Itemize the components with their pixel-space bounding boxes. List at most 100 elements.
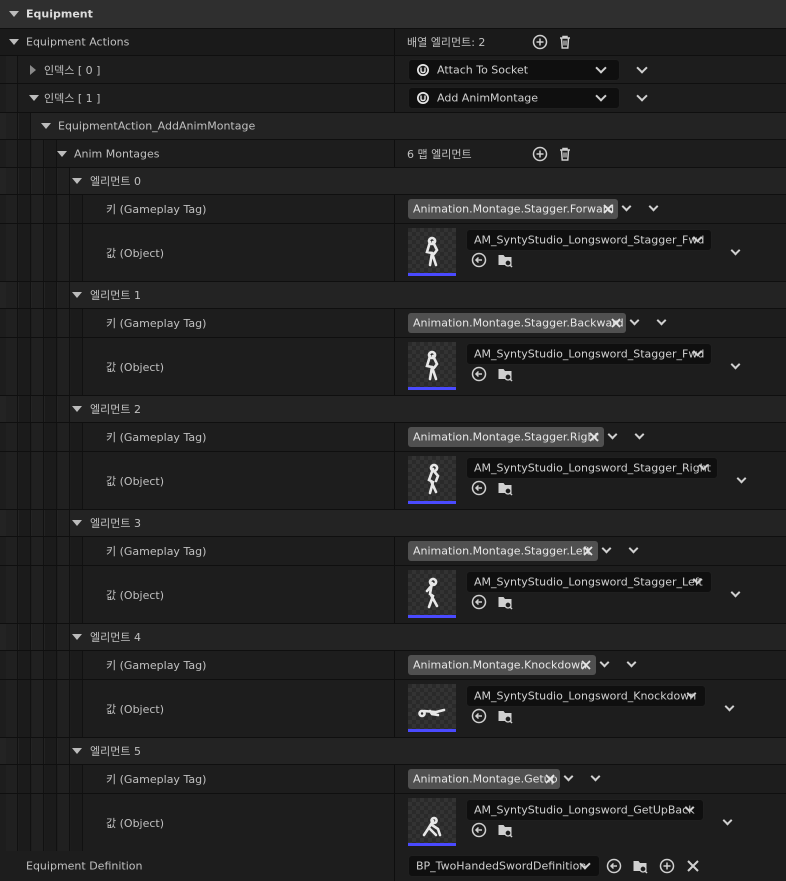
action-class-dropdown-1[interactable]: Add AnimMontage [408, 87, 620, 109]
browse-folder-icon[interactable] [497, 480, 513, 496]
collapse-arrow-icon[interactable] [9, 11, 19, 17]
asset-thumbnail[interactable] [408, 342, 456, 390]
chevron-down-icon[interactable] [722, 815, 733, 825]
chevron-down-icon[interactable] [724, 701, 735, 711]
indent-guide [32, 396, 44, 422]
chevron-down-icon[interactable] [590, 771, 601, 782]
gameplay-tag-chip[interactable]: Animation.Montage.Stagger.Right [408, 427, 604, 447]
chevron-down-icon[interactable] [601, 543, 612, 554]
chevron-down-icon[interactable] [636, 61, 648, 74]
character-pose-icon [425, 577, 439, 609]
chevron-down-icon[interactable] [629, 315, 640, 326]
chevron-down-icon [595, 90, 607, 102]
chevron-down-icon[interactable] [621, 201, 632, 212]
expand-arrow-icon[interactable] [72, 178, 82, 184]
asset-picker-dropdown[interactable]: AM_SyntyStudio_Longsword_Knockdown [466, 685, 706, 707]
chevron-down-icon[interactable] [599, 657, 610, 668]
gameplay-tag-chip[interactable]: Animation.Montage.Stagger.Forward [408, 199, 618, 219]
asset-picker-dropdown[interactable]: AM_SyntyStudio_Longsword_Stagger_Fwd [466, 343, 712, 365]
expand-arrow-icon[interactable] [72, 748, 82, 754]
trash-icon[interactable] [557, 146, 573, 162]
expand-arrow-icon[interactable] [72, 634, 82, 640]
indent-guide [19, 765, 31, 793]
asset-thumbnail[interactable] [408, 456, 456, 504]
remove-tag-icon[interactable] [588, 431, 600, 443]
use-selected-arrow-icon[interactable] [471, 480, 487, 496]
browse-folder-icon[interactable] [497, 594, 513, 610]
clear-icon[interactable] [685, 858, 701, 874]
remove-tag-icon[interactable] [580, 659, 592, 671]
add-element-icon[interactable] [532, 146, 548, 162]
chevron-down-icon[interactable] [636, 90, 648, 102]
browse-folder-icon[interactable] [497, 708, 513, 724]
use-selected-arrow-icon[interactable] [471, 822, 487, 838]
asset-thumbnail[interactable] [408, 684, 456, 732]
chevron-down-icon[interactable] [563, 771, 574, 782]
chevron-down-icon[interactable] [730, 587, 741, 597]
trash-icon[interactable] [557, 34, 573, 50]
gameplay-tag-chip[interactable]: Animation.Montage.Stagger.Backward [408, 313, 626, 333]
chevron-down-icon[interactable] [607, 429, 618, 440]
indent-guide [6, 338, 18, 395]
indent-guide [19, 224, 31, 281]
browse-folder-icon[interactable] [497, 822, 513, 838]
asset-picker-dropdown[interactable]: AM_SyntyStudio_Longsword_GetUpBack [466, 799, 704, 821]
asset-picker-dropdown[interactable]: AM_SyntyStudio_Longsword_Stagger_Right [466, 457, 718, 479]
use-selected-arrow-icon[interactable] [471, 252, 487, 268]
chevron-down-icon[interactable] [628, 543, 639, 554]
indent-guide [71, 309, 83, 337]
expand-arrow-icon[interactable] [30, 64, 36, 75]
chevron-down-icon[interactable] [626, 657, 637, 668]
chevron-down-icon[interactable] [634, 429, 645, 440]
indent-guide [6, 566, 18, 623]
expand-arrow-icon[interactable] [29, 95, 39, 101]
remove-tag-icon[interactable] [610, 317, 622, 329]
browse-folder-icon[interactable] [497, 366, 513, 382]
equipment-definition-dropdown[interactable]: BP_TwoHandedSwordDefinition [408, 855, 600, 877]
map-key-value: Animation.Montage.Stagger.Forward [396, 195, 786, 223]
remove-tag-icon[interactable] [544, 773, 556, 785]
add-icon[interactable] [659, 858, 675, 874]
use-selected-arrow-icon[interactable] [471, 708, 487, 724]
chevron-down-icon[interactable] [730, 359, 741, 369]
asset-thumbnail[interactable] [408, 798, 456, 846]
action-class-dropdown-0[interactable]: Attach To Socket [408, 58, 620, 81]
gameplay-tag-chip[interactable]: Animation.Montage.Stagger.Left [408, 541, 598, 561]
map-key-label-cell: 키 (Gameplay Tag) [0, 765, 395, 793]
asset-thumbnail[interactable] [408, 228, 456, 276]
expand-arrow-icon[interactable] [72, 292, 82, 298]
chevron-down-icon[interactable] [648, 201, 659, 212]
browse-folder-icon[interactable] [497, 252, 513, 268]
remove-tag-icon[interactable] [582, 545, 594, 557]
map-key-value: Animation.Montage.Stagger.Left [396, 537, 786, 565]
use-selected-arrow-icon[interactable] [471, 366, 487, 382]
chevron-down-icon[interactable] [656, 315, 667, 326]
asset-picker-dropdown[interactable]: AM_SyntyStudio_Longsword_Stagger_Fwd [466, 229, 712, 251]
character-pose-icon [427, 463, 440, 495]
browse-folder-icon[interactable] [632, 858, 648, 874]
remove-tag-icon[interactable] [602, 203, 614, 215]
add-element-icon[interactable] [532, 34, 548, 50]
gameplay-tag-chip[interactable]: Animation.Montage.Getup [408, 769, 560, 789]
map-element-header: 엘리먼트 0 [0, 168, 786, 195]
gameplay-tag-text: Animation.Montage.Stagger.Right [413, 430, 599, 444]
indent-guide [71, 794, 83, 851]
unreal-class-icon [417, 63, 429, 76]
expand-arrow-icon[interactable] [57, 150, 67, 157]
map-key-value: Animation.Montage.Stagger.Backward [396, 309, 786, 337]
use-selected-arrow-icon[interactable] [606, 858, 622, 874]
indent-guide [45, 309, 57, 337]
asset-picker-dropdown[interactable]: AM_SyntyStudio_Longsword_Stagger_Left [466, 571, 712, 593]
expand-arrow-icon[interactable] [9, 39, 19, 45]
indent-guide [32, 651, 44, 679]
use-selected-arrow-icon[interactable] [471, 594, 487, 610]
equipment-category[interactable]: Equipment [0, 0, 786, 29]
gameplay-tag-chip[interactable]: Animation.Montage.Knockdown [408, 655, 596, 675]
expand-arrow-icon[interactable] [72, 406, 82, 412]
expand-arrow-icon[interactable] [72, 520, 82, 526]
asset-thumbnail[interactable] [408, 570, 456, 618]
chevron-down-icon[interactable] [730, 245, 741, 255]
chevron-down-icon[interactable] [736, 473, 747, 483]
equipment-actions-row: Equipment Actions 배열 엘리먼트: 2 [0, 29, 786, 56]
expand-arrow-icon[interactable] [41, 123, 51, 129]
